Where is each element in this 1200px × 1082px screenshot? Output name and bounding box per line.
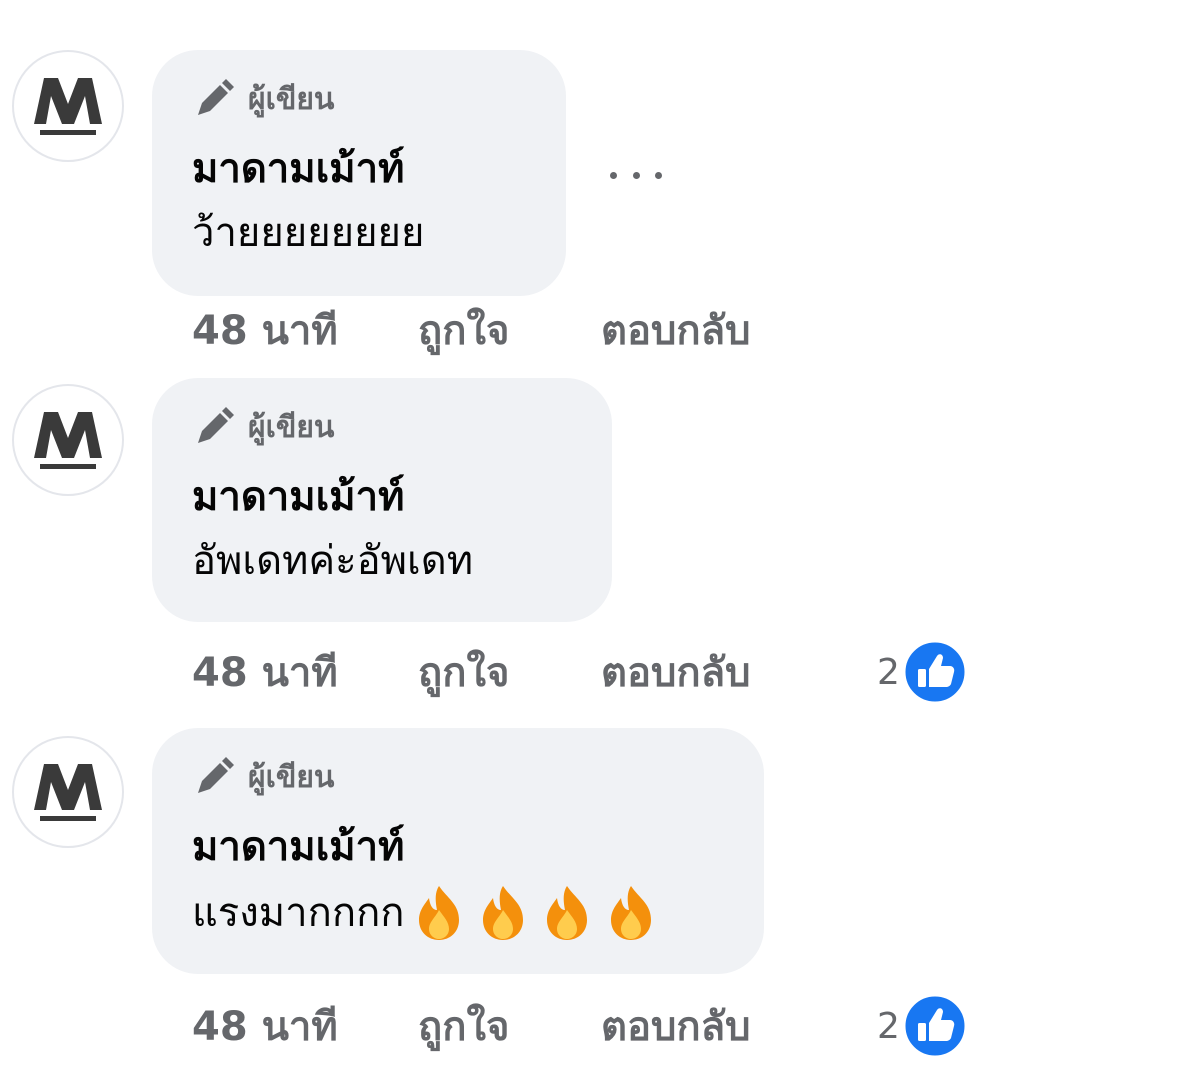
author-badge: ผู้เขียน [192,404,572,450]
comment-bubble: ผู้เขียน มาดามเม้าท์ ว้ายยยยยยยย [152,50,566,296]
comment-text: ว้ายยยยยยยย [192,206,526,260]
reaction-count: 2 [877,1005,900,1047]
fire-icon [546,886,587,940]
comment-text: อัพเดทค่ะอัพเดท [192,534,572,588]
comment-timestamp[interactable]: 48 นาที [192,994,418,1058]
author-badge-label: ผู้เขียน [248,81,335,117]
comment-text-content: ว้ายยยยยยยย [192,210,425,256]
reply-button[interactable]: ตอบกลับ [601,640,877,704]
reaction-summary[interactable]: 2 [877,639,968,705]
comment-text-content: แรงมากกกก [192,890,405,936]
author-badge: ผู้เขียน [192,76,526,122]
comment-text: แรงมากกกก [192,884,724,942]
brand-logo-icon [34,412,102,469]
avatar[interactable] [12,384,124,496]
like-button[interactable]: ถูกใจ [418,994,601,1058]
avatar[interactable] [12,736,124,848]
comment-item: ผู้เขียน มาดามเม้าท์ ว้ายยยยยยยย 48 นาที… [0,50,1200,360]
pencil-icon [198,79,234,115]
emoji-group [411,884,667,942]
comment-bubble: ผู้เขียน มาดามเม้าท์ อัพเดทค่ะอัพเดท [152,378,612,622]
avatar[interactable] [12,50,124,162]
comment-item: ผู้เขียน มาดามเม้าท์ อัพเดทค่ะอัพเดท 48 … [0,378,1200,705]
ellipsis-dot [632,171,640,179]
comment-author[interactable]: มาดามเม้าท์ [192,820,724,874]
like-button[interactable]: ถูกใจ [418,298,601,362]
comment-item: ผู้เขียน มาดามเม้าท์ แรงมากกกก 48 นาที ถ… [0,728,1200,1066]
comment-actions: 48 นาที ถูกใจ ตอบกลับ 2 [192,639,968,705]
like-icon [902,639,968,705]
comment-author[interactable]: มาดามเม้าท์ [192,142,526,196]
ellipsis-dot [610,171,617,179]
more-options-button[interactable] [610,160,662,190]
fire-icon [418,886,459,940]
author-badge: ผู้เขียน [192,754,724,800]
reaction-count: 2 [877,651,900,693]
author-badge-label: ผู้เขียน [248,759,335,795]
pencil-icon [198,757,234,793]
like-icon [902,993,968,1059]
reaction-summary[interactable]: 2 [877,993,968,1059]
comment-timestamp[interactable]: 48 นาที [192,640,418,704]
author-badge-label: ผู้เขียน [248,409,335,445]
comment-bubble: ผู้เขียน มาดามเม้าท์ แรงมากกกก [152,728,764,974]
comment-actions: 48 นาที ถูกใจ ตอบกลับ 2 [192,993,968,1059]
comment-actions: 48 นาที ถูกใจ ตอบกลับ [192,300,877,360]
fire-icon [482,886,523,940]
comment-text-content: อัพเดทค่ะอัพเดท [192,538,474,584]
comment-timestamp[interactable]: 48 นาที [192,298,418,362]
reply-button[interactable]: ตอบกลับ [601,994,877,1058]
comment-author[interactable]: มาดามเม้าท์ [192,470,572,524]
like-button[interactable]: ถูกใจ [418,640,601,704]
brand-logo-icon [34,78,102,135]
ellipsis-dot [655,171,662,179]
reply-button[interactable]: ตอบกลับ [601,298,877,362]
fire-icon [610,886,651,940]
brand-logo-icon [34,764,102,821]
pencil-icon [198,407,234,443]
